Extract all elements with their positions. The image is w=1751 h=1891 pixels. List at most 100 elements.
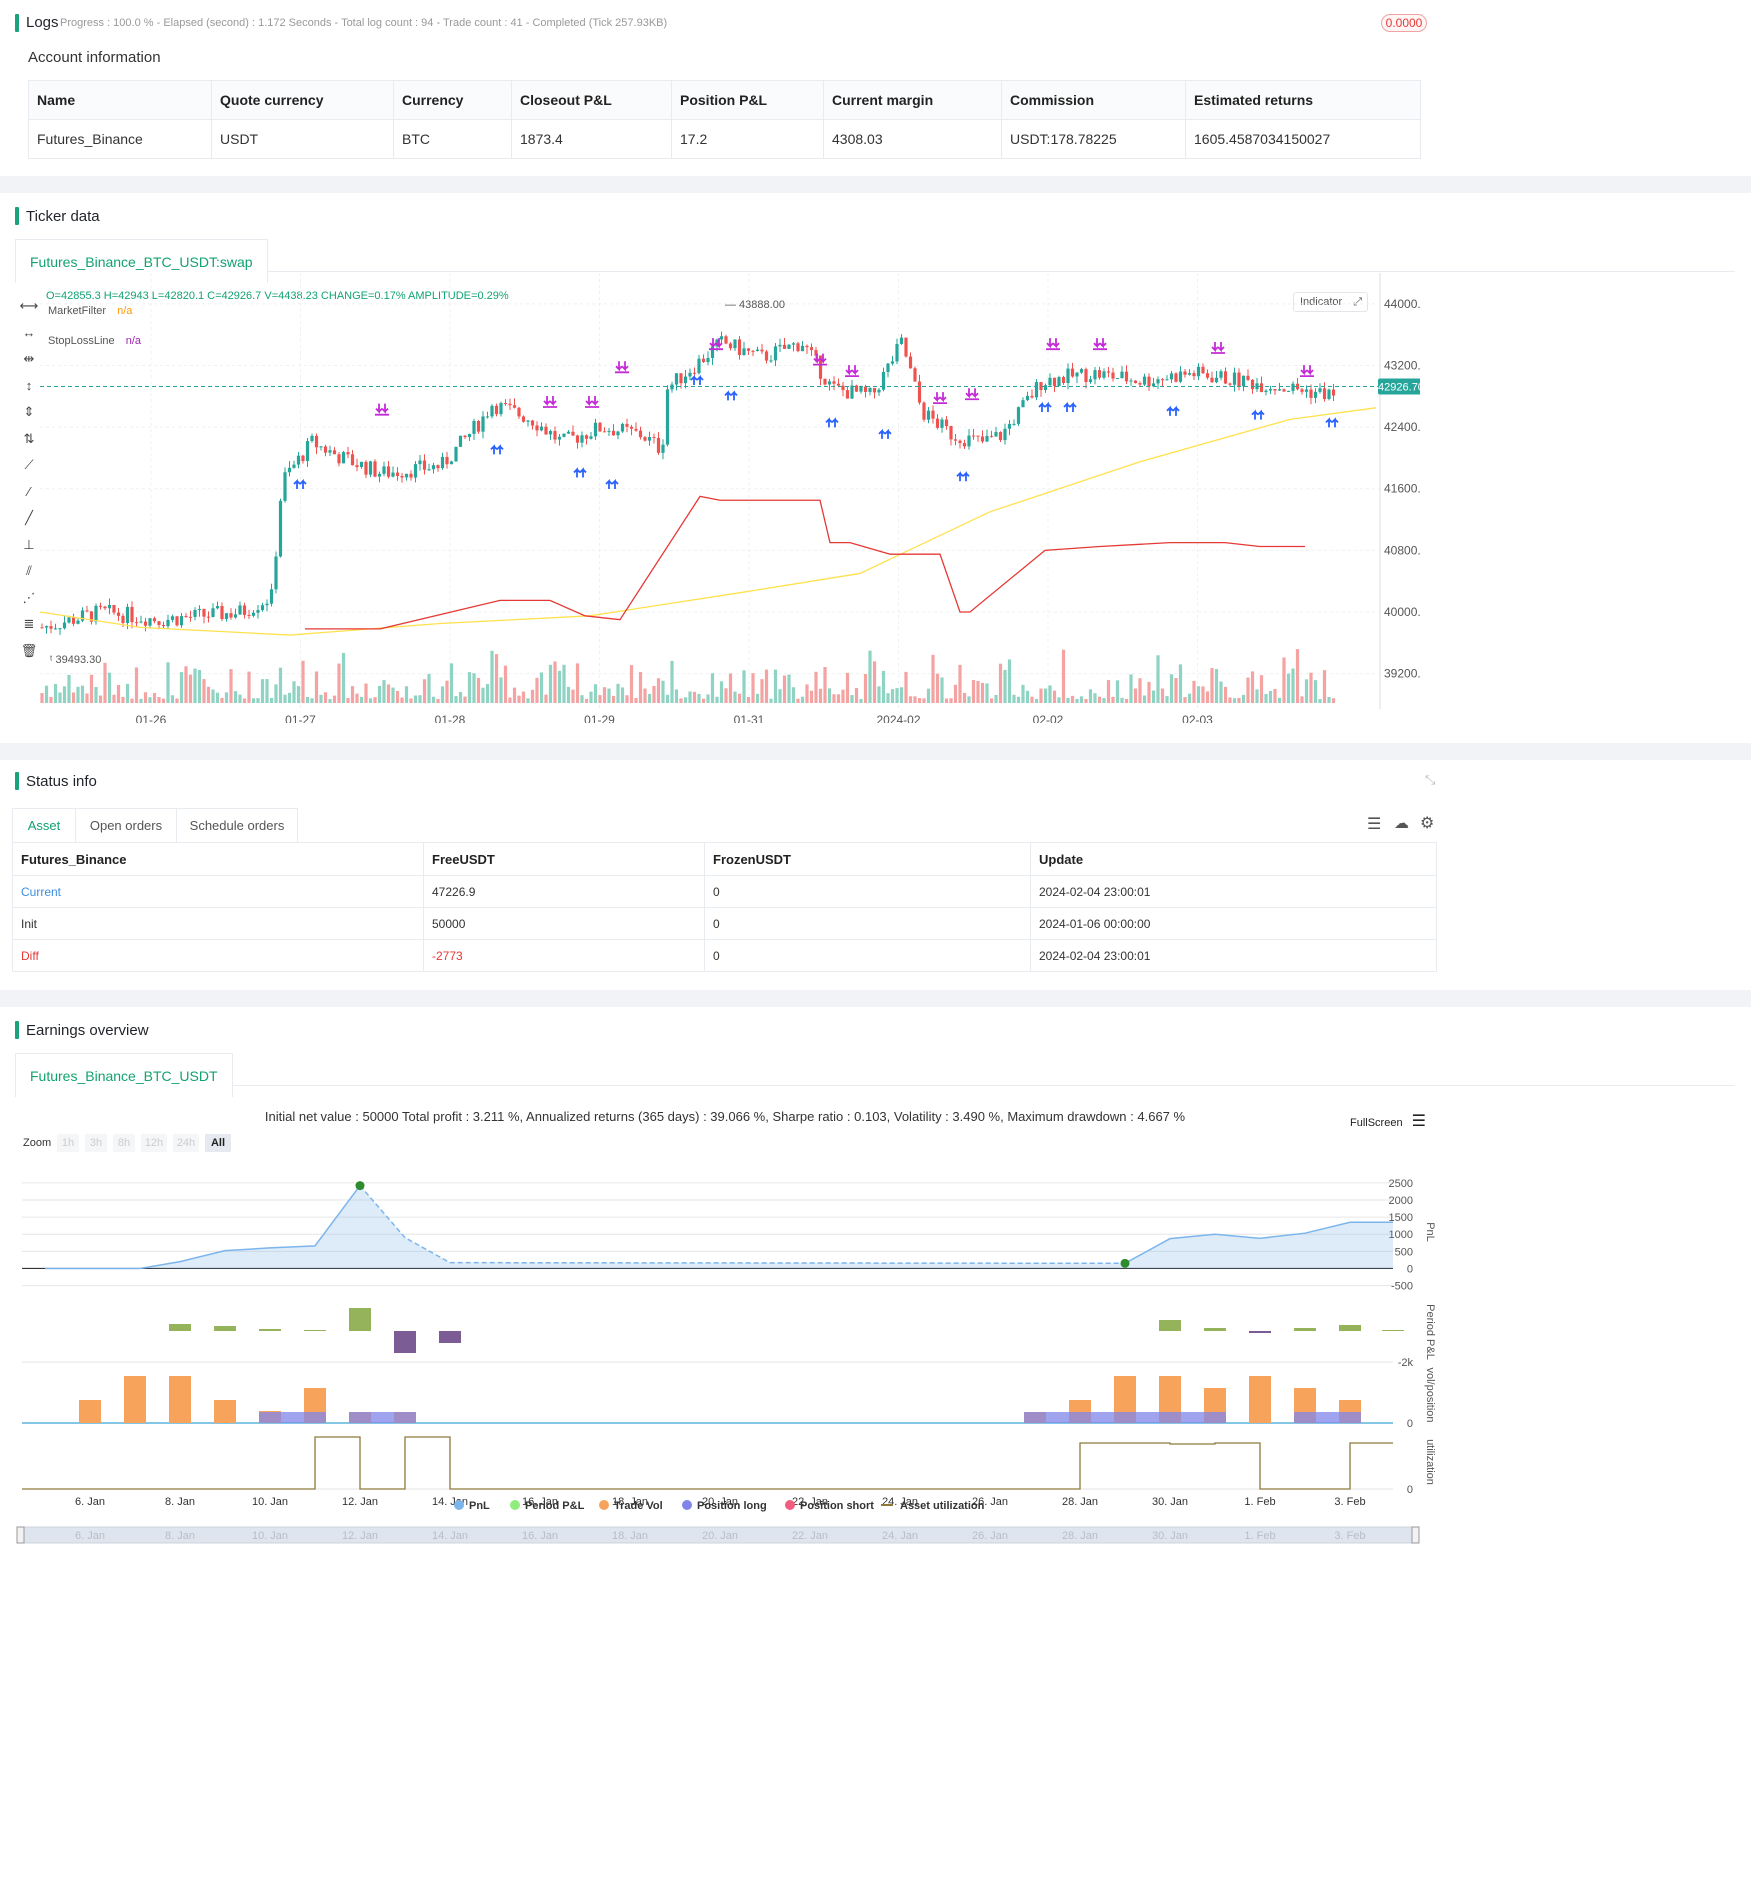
candle-body bbox=[166, 619, 170, 627]
candle-body bbox=[359, 461, 364, 468]
candle-body bbox=[1030, 395, 1034, 398]
zoom-1h[interactable]: 1h bbox=[57, 1134, 79, 1152]
volume-bar bbox=[1322, 670, 1327, 703]
zoom-12h[interactable]: 12h bbox=[141, 1134, 167, 1152]
col-free: FreeUSDT bbox=[423, 842, 705, 876]
cloud-download-icon[interactable]: ☁ bbox=[1394, 814, 1409, 832]
zoom-3h[interactable]: 3h bbox=[85, 1134, 107, 1152]
candle-body bbox=[337, 454, 341, 464]
tab-open-orders[interactable]: Open orders bbox=[76, 808, 177, 843]
volume-bar bbox=[526, 698, 530, 703]
tab-asset[interactable]: Asset bbox=[12, 808, 76, 843]
candle-body bbox=[1016, 407, 1021, 424]
candle-body bbox=[1088, 379, 1093, 383]
volume-bar bbox=[593, 684, 598, 703]
gear-icon[interactable]: ⚙ bbox=[1420, 813, 1434, 833]
candle-body bbox=[472, 421, 476, 434]
volume-bar bbox=[53, 683, 58, 703]
x-tick-label: 1. Feb bbox=[1244, 1496, 1275, 1508]
volume-bar bbox=[454, 696, 458, 703]
volume-bar bbox=[1237, 697, 1241, 703]
navigator-tick: 26. Jan bbox=[972, 1530, 1008, 1542]
section-marker bbox=[15, 207, 19, 225]
long-entry-icon bbox=[690, 374, 704, 385]
volume-bar bbox=[949, 698, 953, 703]
list-icon[interactable]: ☰ bbox=[1367, 814, 1381, 834]
fullscreen-button[interactable]: FullScreen ☰ bbox=[1350, 1111, 1426, 1131]
candle-body bbox=[539, 426, 544, 431]
earnings-card: Earnings overview Futures_Binance_BTC_US… bbox=[0, 1007, 1751, 1891]
volume-bar bbox=[215, 692, 220, 703]
candle-body bbox=[1084, 369, 1088, 383]
cell: 50000 bbox=[423, 907, 705, 940]
collapse-icon[interactable]: ⤡ bbox=[1425, 772, 1435, 788]
volume-bar bbox=[386, 684, 391, 703]
tab-schedule-orders[interactable]: Schedule orders bbox=[177, 808, 298, 843]
volume-bar bbox=[139, 698, 143, 703]
volume-bar bbox=[544, 694, 548, 703]
volume-bar bbox=[944, 698, 949, 703]
candle-body bbox=[1223, 371, 1228, 384]
candle-body bbox=[1147, 376, 1151, 387]
candle-body bbox=[1156, 379, 1160, 384]
close-exit-icon bbox=[933, 392, 947, 405]
candle-body bbox=[908, 356, 913, 369]
candle-body bbox=[728, 343, 733, 349]
candle-body bbox=[1138, 383, 1142, 385]
volume-bar bbox=[1084, 698, 1088, 703]
volume-bar bbox=[247, 671, 251, 703]
candle-body bbox=[949, 426, 953, 440]
volume-bar bbox=[467, 672, 472, 703]
candle-body bbox=[1331, 389, 1336, 396]
zoom-8h[interactable]: 8h bbox=[113, 1134, 135, 1152]
volume-bar bbox=[1241, 694, 1246, 703]
candle-body bbox=[571, 431, 575, 436]
earnings-chart[interactable]: 25002000150010005000-500-2k00PnLPeriod P… bbox=[0, 1157, 1440, 1887]
cell: BTC bbox=[393, 119, 512, 159]
candle-body bbox=[125, 606, 130, 624]
candle-body bbox=[746, 348, 751, 351]
volume-bar bbox=[1120, 697, 1124, 703]
axis-title: utilization bbox=[1424, 1439, 1436, 1485]
zoom-all[interactable]: All bbox=[205, 1134, 231, 1152]
close-exit-icon bbox=[375, 403, 389, 416]
candlestick-chart[interactable]: 44000.00 43200.00 42400.00 41600.00 40800.00… bbox=[0, 273, 1420, 723]
candle-body bbox=[1246, 375, 1250, 380]
volume-bar bbox=[1313, 680, 1318, 703]
candle-body bbox=[877, 389, 881, 393]
volume-bar bbox=[926, 688, 931, 703]
candle-body bbox=[922, 402, 926, 420]
tab-symbol[interactable]: Futures_Binance_BTC_USDT bbox=[15, 1053, 233, 1097]
candle-body bbox=[764, 351, 769, 361]
volume-bar bbox=[823, 667, 827, 703]
navigator-tick: 20. Jan bbox=[702, 1530, 738, 1542]
volume-bar bbox=[332, 695, 337, 703]
candle-body bbox=[760, 349, 764, 352]
col-frozen: FrozenUSDT bbox=[704, 842, 1031, 876]
candle-body bbox=[1304, 389, 1309, 392]
candle-body bbox=[832, 381, 836, 384]
candle-body bbox=[422, 460, 427, 470]
candle-body bbox=[314, 435, 319, 448]
col-update: Update bbox=[1030, 842, 1437, 876]
volume-bar bbox=[715, 696, 719, 703]
candle-body bbox=[598, 422, 602, 432]
volume-bar bbox=[1070, 695, 1075, 703]
zoom-24h[interactable]: 24h bbox=[173, 1134, 199, 1152]
volume-bar bbox=[449, 663, 454, 703]
volume-bar bbox=[1133, 688, 1138, 703]
volume-bar bbox=[1012, 694, 1016, 703]
candle-body bbox=[517, 407, 521, 417]
volume-bar bbox=[58, 692, 62, 703]
volume-bar bbox=[413, 695, 418, 703]
candle-body bbox=[310, 435, 314, 442]
menu-icon[interactable]: ☰ bbox=[1412, 1113, 1426, 1130]
volume-bar bbox=[1178, 664, 1183, 703]
volume-bar bbox=[242, 698, 247, 703]
position-long-bar bbox=[349, 1412, 416, 1423]
volume-bar bbox=[503, 665, 508, 703]
volume-bar bbox=[148, 697, 152, 703]
candle-body bbox=[773, 346, 778, 361]
candle-body bbox=[872, 388, 877, 393]
candle-body bbox=[188, 616, 193, 618]
